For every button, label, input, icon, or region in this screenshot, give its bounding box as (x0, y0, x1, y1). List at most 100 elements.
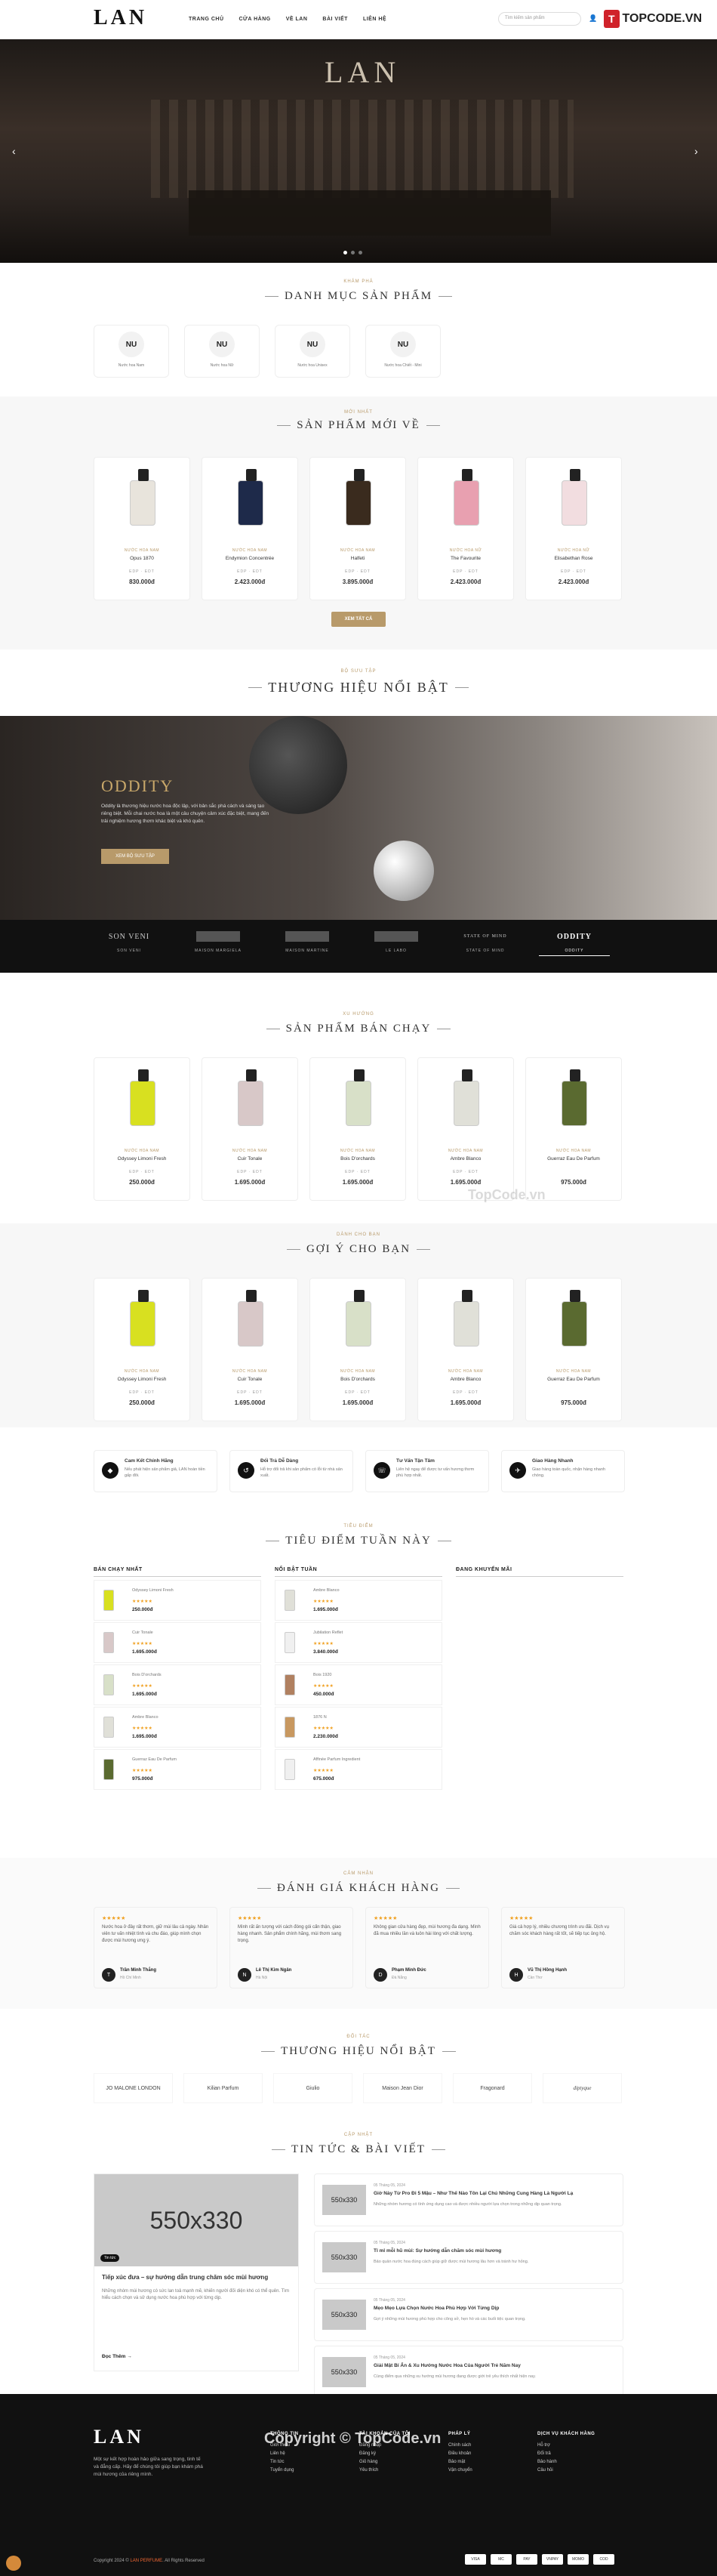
partner-logo[interactable]: diptyque (543, 2073, 622, 2103)
product-name[interactable]: Elisabethan Rose (526, 556, 621, 561)
post-title[interactable]: Mẹo Mẹo Lựa Chọn Nước Hoa Phù Hợp Với Từ… (374, 2306, 615, 2311)
brand-tab[interactable]: LE LABO (361, 927, 432, 956)
product-card[interactable]: NƯỚC HOA NAM Ambre Blanco EDP · EDT 1.695.0… (417, 1278, 514, 1421)
product-options[interactable]: EDP · EDT (310, 1170, 405, 1174)
footer-link[interactable]: Đổi trả (537, 2450, 595, 2458)
product-card[interactable]: NƯỚC HOA NAM Cuir Tonale EDP · EDT 1.695.00… (202, 1057, 298, 1201)
footer-link[interactable]: Điều khoản (448, 2450, 472, 2458)
product-name[interactable]: Affinée Parfum Ingredient (313, 1757, 360, 1762)
product-card[interactable]: NƯỚC HOA NỮ Elisabethan Rose EDP · EDT 2.42… (525, 457, 622, 600)
partner-logo[interactable]: Giulio (273, 2073, 352, 2103)
prev-arrow-icon[interactable]: ‹ (12, 145, 16, 157)
weekly-item[interactable]: Jubilation Reflet ★★★★★ 3.840.000đ (275, 1622, 442, 1663)
partner-logo[interactable]: Maison Jean Dior (363, 2073, 442, 2103)
product-image[interactable] (444, 1066, 489, 1141)
product-name[interactable]: The Favourite (418, 556, 513, 561)
post-title[interactable]: Giờ Này Từ Pro Đi 5 Mậu – Như Thế Nào Tô… (374, 2191, 615, 2196)
news-item[interactable]: 550x330 05 Tháng 05, 2024 Mẹo Mẹo Lựa Chọn… (314, 2288, 623, 2341)
partner-logo[interactable]: Fragonard (453, 2073, 532, 2103)
brand-tab-active[interactable]: ODDITY ODDITY (539, 927, 610, 956)
product-image[interactable] (120, 465, 165, 541)
view-collection-button[interactable]: XEM BỘ SƯU TẬP (101, 849, 169, 864)
product-name[interactable]: Guerraz Eau De Parfum (526, 1377, 621, 1382)
weekly-item[interactable]: Odyssey Limoni Fresh ★★★★★ 250.000đ (94, 1580, 261, 1621)
product-options[interactable]: EDP · EDT (202, 569, 297, 574)
brand-tab[interactable]: SON VENI SON VENI (94, 927, 165, 956)
category-card[interactable]: NU Nước hoa Nữ (184, 325, 260, 378)
product-image[interactable] (120, 1286, 165, 1362)
product-options[interactable]: EDP · EDT (418, 569, 513, 574)
news-item[interactable]: 550x330 05 Tháng 05, 2024 Giờ Này Từ Pro Đ… (314, 2173, 623, 2226)
product-name[interactable]: Guerraz Eau De Parfum (526, 1156, 621, 1162)
category-card[interactable]: NU Nước hoa Unisex (275, 325, 350, 378)
footer-link[interactable]: Câu hỏi (537, 2466, 595, 2475)
product-image[interactable] (120, 1066, 165, 1141)
product-options[interactable]: EDP · EDT (526, 569, 621, 574)
nav-contact[interactable]: LIÊN HỆ (363, 17, 386, 22)
view-all-button[interactable]: XEM TẤT CẢ (331, 612, 386, 627)
footer-link[interactable]: Giỏ hàng (359, 2458, 411, 2466)
footer-link[interactable]: Hỗ trợ (537, 2442, 595, 2450)
product-image[interactable] (228, 465, 273, 541)
product-options[interactable]: EDP · EDT (202, 1390, 297, 1395)
product-name[interactable]: Opus 1870 (94, 556, 189, 561)
product-card[interactable]: NƯỚC HOA NỮ The Favourite EDP · EDT 2.423.0… (417, 457, 514, 600)
product-name[interactable]: Endymion Concentrée (202, 556, 297, 561)
product-options[interactable]: EDP · EDT (418, 1390, 513, 1395)
weekly-item[interactable]: Bois D'orchards ★★★★★ 1.695.000đ (94, 1664, 261, 1705)
product-image[interactable] (444, 465, 489, 541)
product-image[interactable] (444, 1286, 489, 1362)
slider-dot[interactable] (351, 251, 355, 255)
brand-tab[interactable]: MAISON MARGIELA (183, 927, 254, 956)
product-name[interactable]: Cuir Tonale (202, 1377, 297, 1382)
weekly-item[interactable]: 1876 N ★★★★★ 2.230.000đ (275, 1707, 442, 1748)
user-icon[interactable]: 👤 (589, 14, 597, 23)
product-image[interactable] (552, 1286, 597, 1362)
footer-link[interactable]: Tuyển dụng (270, 2466, 299, 2475)
news-item[interactable]: 550x330 05 Tháng 05, 2024 Tỉ mỉ mỗi hũ mùi… (314, 2231, 623, 2284)
news-item[interactable]: 550x330 05 Tháng 05, 2024 Giải Mật Bí Ẩn &… (314, 2346, 623, 2399)
product-name[interactable]: Ambre Blanco (313, 1588, 340, 1593)
product-name[interactable]: Bois D'orchards (310, 1377, 405, 1382)
product-card[interactable]: NƯỚC HOA NAM Halfeti EDP · EDT 3.895.000đ (309, 457, 406, 600)
product-image[interactable] (336, 1066, 381, 1141)
partner-logo[interactable]: Kilian Parfum (183, 2073, 263, 2103)
post-title[interactable]: Tỉ mỉ mỗi hũ mùi: Sự hướng dẫn chăm sóc … (374, 2248, 615, 2254)
site-logo[interactable]: LAN (94, 6, 147, 30)
brand-tab[interactable]: STATE OF MIND STATE OF MIND (450, 927, 521, 956)
category-card[interactable]: NU Nước hoa Chiết - Mini (365, 325, 441, 378)
product-options[interactable]: EDP · EDT (94, 1170, 189, 1174)
weekly-item[interactable]: Ambre Blanco ★★★★★ 1.695.000đ (94, 1707, 261, 1748)
footer-link[interactable]: Liên hệ (270, 2450, 299, 2458)
product-name[interactable]: Guerraz Eau De Parfum (132, 1757, 177, 1762)
product-card[interactable]: NƯỚC HOA NAM Bois D'orchards EDP · EDT 1.69… (309, 1278, 406, 1421)
weekly-item[interactable]: Affinée Parfum Ingredient ★★★★★ 675.000đ (275, 1749, 442, 1790)
product-name[interactable]: Cuir Tonale (202, 1156, 297, 1162)
partner-logo[interactable]: JO MALONE LONDON (94, 2073, 173, 2103)
next-arrow-icon[interactable]: › (694, 145, 698, 157)
nav-about[interactable]: VỀ LAN (286, 17, 308, 22)
footer-link[interactable]: Đăng ký (359, 2450, 411, 2458)
product-name[interactable]: Cuir Tonale (132, 1630, 153, 1635)
product-options[interactable]: EDP · EDT (94, 1390, 189, 1395)
nav-home[interactable]: TRANG CHỦ (189, 17, 224, 22)
product-image[interactable] (552, 1066, 597, 1141)
product-image[interactable] (228, 1066, 273, 1141)
nav-blog[interactable]: BÀI VIẾT (322, 17, 348, 22)
product-name[interactable]: Halfeti (310, 556, 405, 561)
product-options[interactable]: EDP · EDT (310, 1390, 405, 1395)
product-name[interactable]: Bois D'orchards (132, 1673, 162, 1677)
product-options[interactable]: EDP · EDT (310, 569, 405, 574)
product-options[interactable]: EDP · EDT (94, 569, 189, 574)
product-image[interactable] (552, 465, 597, 541)
product-name[interactable]: Bois 1920 (313, 1673, 331, 1677)
product-card[interactable]: NƯỚC HOA NAM Odyssey Limoni Fresh EDP · ED… (94, 1057, 190, 1201)
product-name[interactable]: Odyssey Limoni Fresh (94, 1156, 189, 1162)
footer-link[interactable]: Bảo hành (537, 2458, 595, 2466)
product-name[interactable]: Ambre Blanco (418, 1156, 513, 1162)
product-options[interactable]: EDP · EDT (418, 1170, 513, 1174)
weekly-item[interactable]: Ambre Blanco ★★★★★ 1.695.000đ (275, 1580, 442, 1621)
product-name[interactable]: Bois D'orchards (310, 1156, 405, 1162)
product-image[interactable] (336, 465, 381, 541)
product-card[interactable]: NƯỚC HOA NAM Guerraz Eau De Parfum 975.000… (525, 1057, 622, 1201)
